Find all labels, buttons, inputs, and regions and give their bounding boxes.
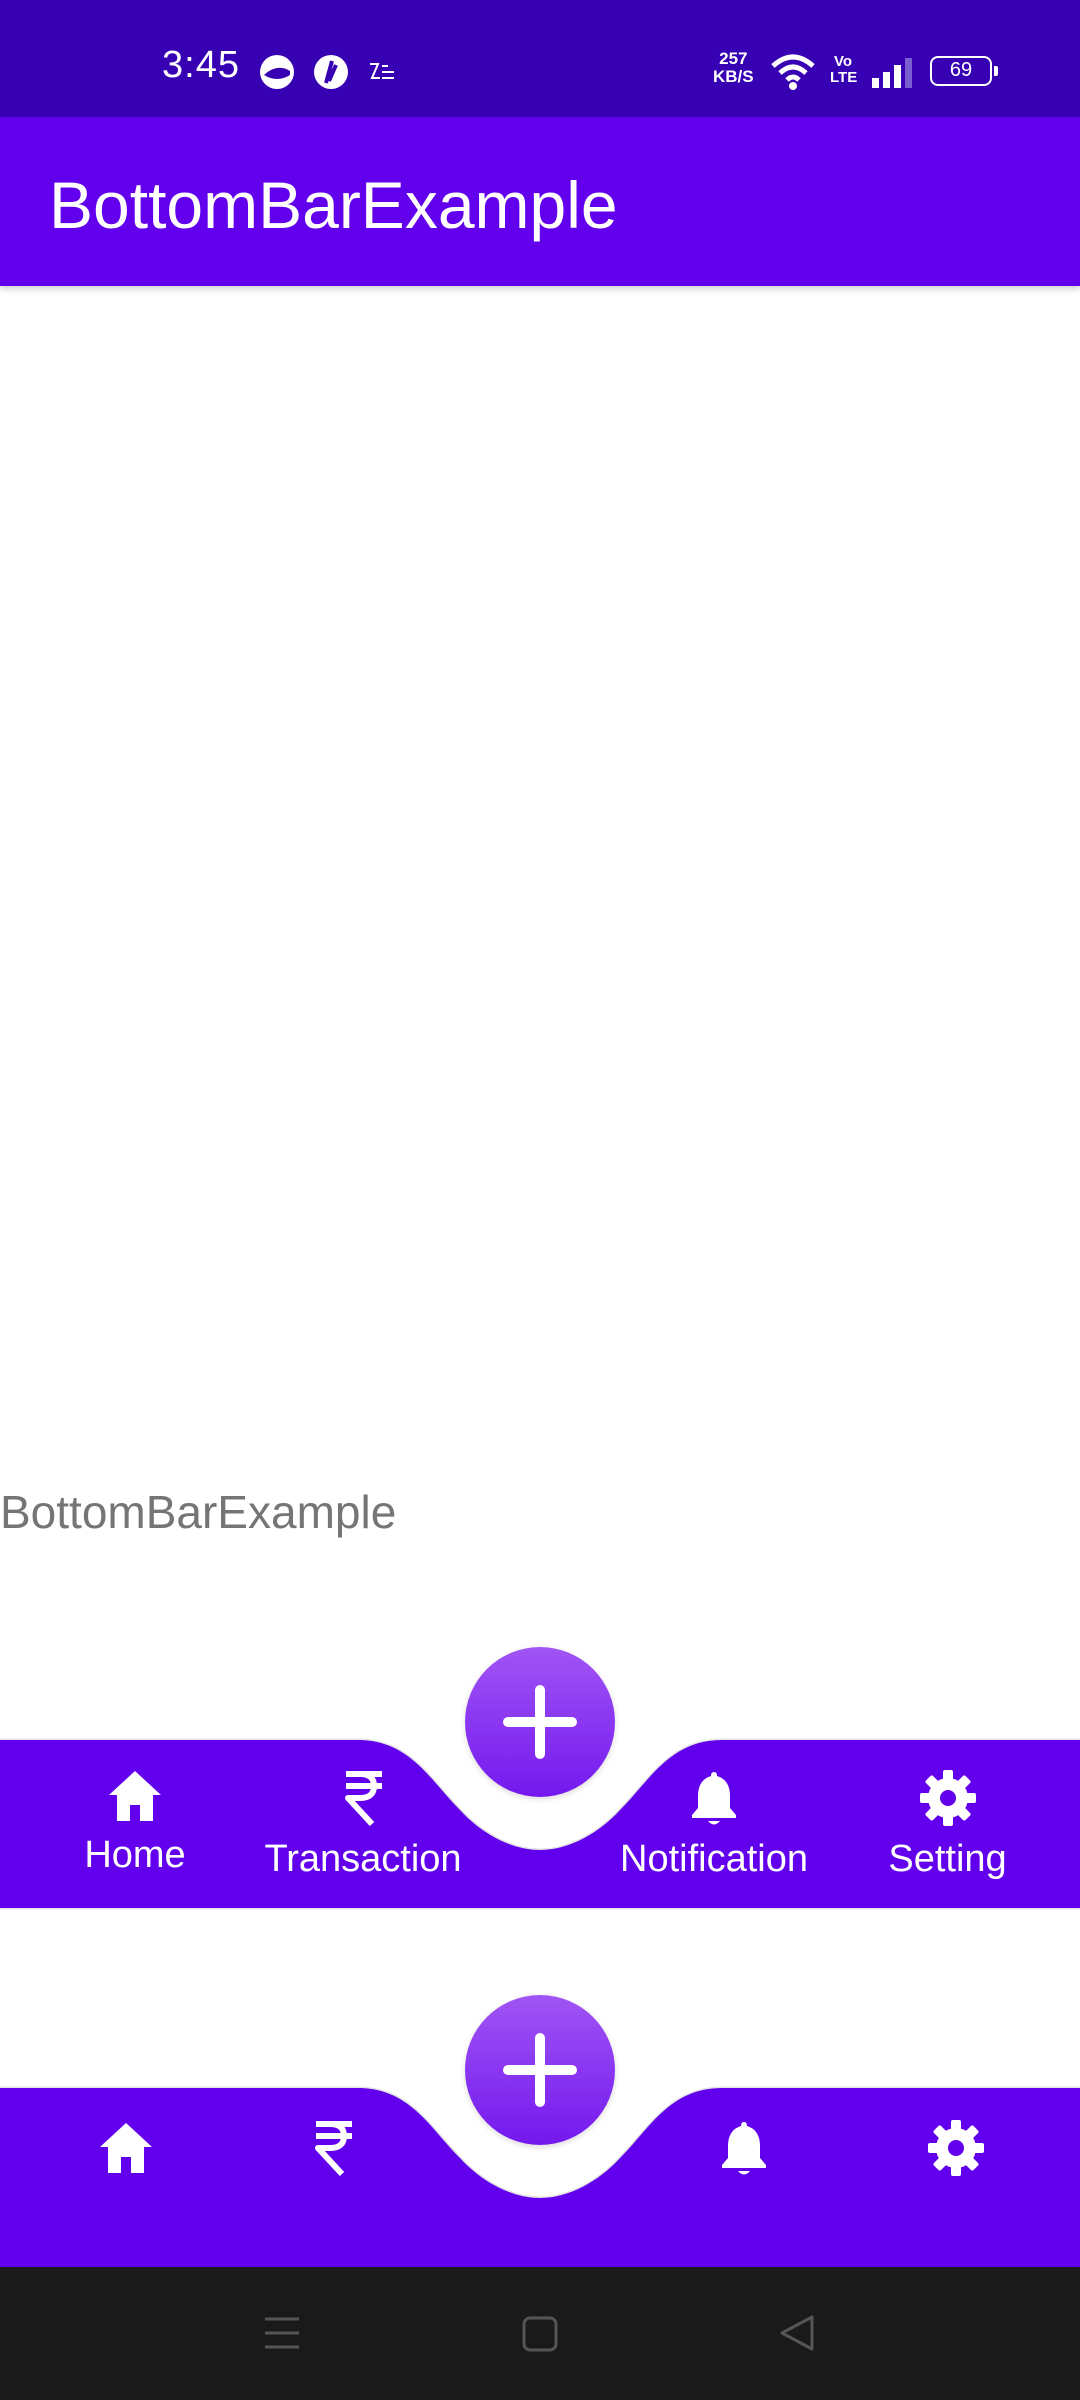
nav-item-home[interactable]: Home	[65, 1768, 205, 1877]
gear-icon	[928, 2120, 984, 2176]
network-speed: 257 KB/S	[713, 50, 754, 86]
home-icon	[100, 2123, 152, 2173]
content-text: BottomBarExample	[0, 1486, 397, 1538]
nav-item-setting-2[interactable]	[926, 2118, 986, 2178]
nav-item-notification[interactable]: Notification	[605, 1768, 823, 1881]
bell-icon	[722, 2122, 766, 2175]
app-bar: BottomBarExample	[0, 117, 1080, 286]
status-time: 3:45	[162, 44, 240, 86]
home-square-icon[interactable]	[521, 2315, 559, 2353]
plus-icon	[503, 2033, 577, 2107]
page-title: BottomBarExample	[49, 168, 618, 242]
nav-label-setting: Setting	[888, 1838, 1007, 1880]
status-bar: 3:45 257 KB/S Vo LTE 69	[0, 0, 1080, 117]
bottom-bar-icons	[0, 1988, 1080, 2267]
battery-indicator: 69	[930, 56, 998, 86]
rupee-icon	[345, 1771, 382, 1827]
system-navigation-bar	[0, 2267, 1080, 2400]
gear-icon	[919, 1770, 976, 1826]
nav-item-transaction-2[interactable]	[308, 2118, 358, 2178]
nav-label-notification: Notification	[620, 1838, 808, 1880]
nav-item-setting[interactable]: Setting	[875, 1768, 1020, 1881]
menu-icon[interactable]	[263, 2315, 301, 2351]
rupee-icon	[315, 2121, 352, 2177]
nav-item-notification-2[interactable]	[718, 2118, 770, 2178]
nav-label-home: Home	[84, 1834, 186, 1876]
home-icon	[109, 1771, 161, 1821]
volte-indicator: Vo LTE	[830, 53, 858, 86]
network-speed-unit: KB/S	[713, 67, 754, 86]
bell-icon	[692, 1772, 736, 1825]
app-notification-icon-2	[314, 55, 348, 89]
app-notification-icon	[260, 55, 294, 89]
nav-item-home-2[interactable]	[96, 2120, 156, 2176]
back-triangle-icon[interactable]	[778, 2313, 818, 2353]
signal-icon	[872, 58, 912, 88]
add-fab-button[interactable]	[465, 1647, 615, 1797]
nav-item-transaction[interactable]: Transaction	[253, 1768, 473, 1881]
plus-icon	[503, 1685, 577, 1759]
network-speed-value: 257	[719, 49, 748, 68]
bottom-bar-labeled: Home Transaction Notification Setting	[0, 1640, 1080, 1910]
wifi-icon	[771, 54, 815, 90]
add-fab-button-2[interactable]	[465, 1995, 615, 2145]
nav-label-transaction: Transaction	[264, 1838, 462, 1880]
app-notification-icon-3	[370, 63, 394, 79]
